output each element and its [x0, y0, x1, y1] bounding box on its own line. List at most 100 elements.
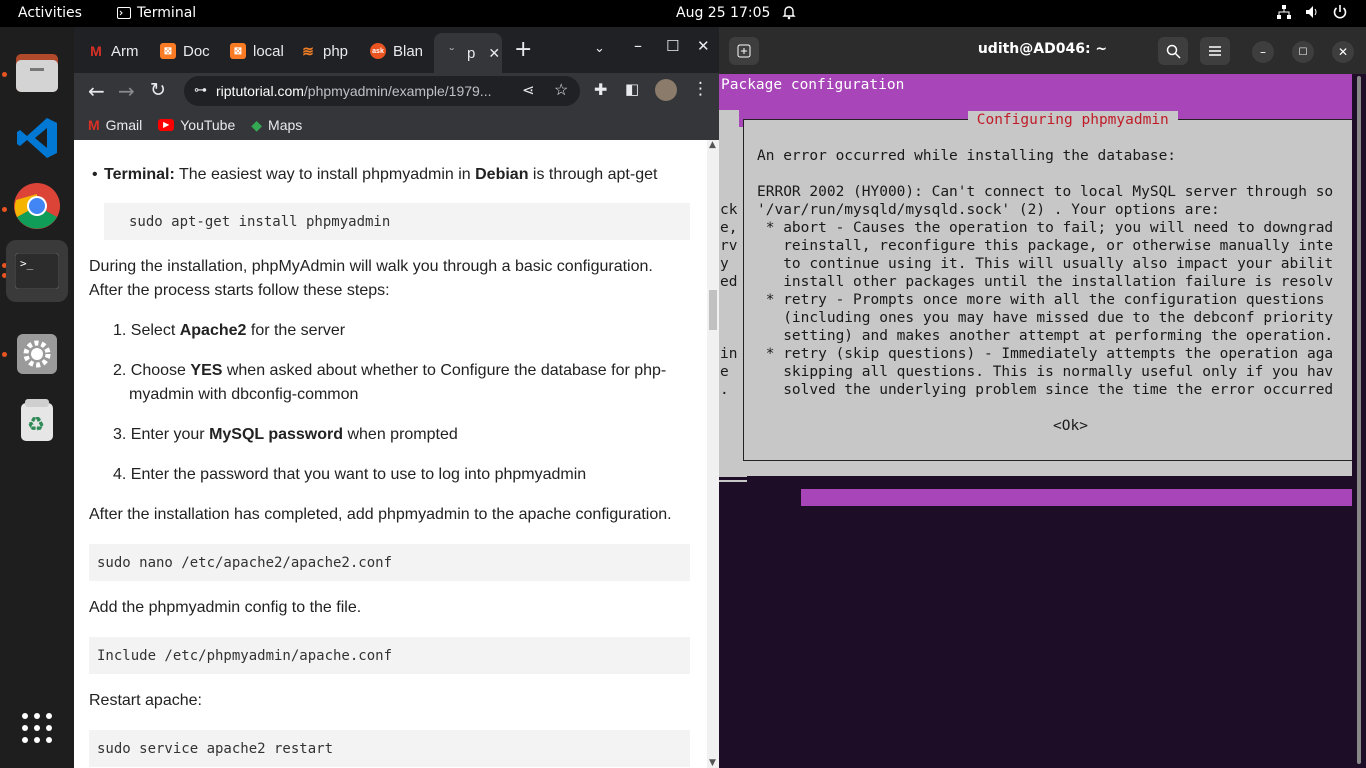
activities-button[interactable]: Activities [18, 5, 82, 21]
text: Enter your [130, 426, 210, 443]
text: myadmin with dbconfig-common [129, 386, 359, 403]
app-grid-icon [22, 713, 52, 743]
notification-bell-icon[interactable] [781, 4, 797, 24]
search-button[interactable] [1158, 37, 1188, 65]
maximize-button[interactable]: ☐ [1292, 41, 1314, 63]
dialog-line: '/var/run/mysqld/mysqld.sock' (2) . Your… [757, 202, 1220, 218]
close-button[interactable]: ✕ [1332, 41, 1354, 63]
background-fragment: ed [720, 274, 738, 290]
files-icon [16, 54, 58, 92]
text-bold: YES [190, 362, 223, 379]
dock-vscode[interactable] [6, 107, 68, 169]
profile-avatar[interactable] [655, 79, 677, 101]
close-window-icon[interactable]: ✕ [697, 37, 710, 55]
side-panel-icon[interactable]: ◧ [625, 80, 639, 98]
tab-blan[interactable]: ask Blan [370, 36, 432, 66]
dialog-line: reinstall, reconfigure this package, or … [757, 238, 1334, 254]
code-block: sudo nano /etc/apache2/apache2.conf [89, 544, 690, 581]
scroll-up-icon[interactable]: ▲ [709, 140, 716, 150]
text-bold: Apache2 [179, 322, 247, 339]
search-icon [1166, 44, 1181, 59]
minimize-button[interactable]: – [1252, 41, 1274, 63]
dialog-line: * retry - Prompts once more with all the… [757, 292, 1325, 308]
dock-files[interactable] [6, 41, 68, 103]
svg-text:>_: >_ [20, 257, 34, 270]
forward-arrow-icon[interactable]: → [118, 79, 135, 103]
dock-terminal[interactable]: >_ [6, 240, 68, 302]
extensions-icon[interactable]: ✚ [594, 80, 607, 99]
background-fragment: rv [720, 238, 738, 254]
share-icon[interactable]: ⋖ [522, 81, 535, 99]
tab-php[interactable]: ≋ php [300, 36, 356, 66]
site-info-icon[interactable]: ⊶ [194, 82, 207, 98]
navigation-bar: ← → ↻ ⊶ riptutorial.com/phpmyadmin/examp… [74, 73, 719, 110]
loading-icon: ˘ [450, 46, 454, 60]
page-content: • Terminal: The easiest way to install p… [74, 140, 707, 768]
scrollbar-thumb[interactable] [709, 290, 717, 330]
terminal-label: Terminal: [104, 166, 175, 183]
terminal-body[interactable]: Package configuration Configuring phpmya… [719, 74, 1352, 768]
tab-label: local [253, 42, 284, 60]
tab-search-chevron-icon[interactable]: ⌄ [594, 41, 605, 56]
step-number: 4. [113, 466, 127, 483]
url-path: /phpmyadmin/example/1979... [303, 83, 492, 99]
dialog-line: ERROR 2002 (HY000): Can't connect to loc… [757, 184, 1334, 200]
new-tab-button[interactable]: + [514, 37, 532, 62]
tab-p-active[interactable]: ˘ p ✕ [434, 33, 502, 73]
tab-doc[interactable]: ⊠ Doc [160, 36, 218, 66]
step-number: 1. [113, 322, 127, 339]
text: After the process starts follow these st… [89, 282, 390, 299]
bookmark-gmail[interactable]: M Gmail [88, 117, 142, 133]
step-number: 2. [113, 362, 127, 379]
minimize-icon[interactable]: – [634, 36, 642, 55]
address-bar[interactable]: ⊶ riptutorial.com/phpmyadmin/example/197… [184, 76, 580, 106]
bookmark-youtube[interactable]: ▶ YouTube [158, 117, 235, 133]
bookmark-maps[interactable]: ◆ Maps [251, 117, 302, 134]
text: During the installation, phpMyAdmin will… [89, 258, 653, 275]
dialog-line: An error occurred while installing the d… [757, 148, 1177, 164]
terminal-header: udith@AD046: ~ – ☐ ✕ [719, 27, 1366, 74]
chrome-icon [14, 183, 60, 229]
terminal-scrollbar[interactable] [1352, 74, 1366, 768]
reload-icon[interactable]: ↻ [150, 79, 166, 101]
tab-arm[interactable]: M Arm [88, 36, 152, 66]
dialog-line: install other packages until the install… [757, 274, 1334, 290]
volume-icon [1306, 6, 1317, 18]
list-item: 3. Enter your MySQL password when prompt… [113, 423, 458, 447]
vscode-icon [17, 118, 57, 158]
paragraph: Restart apache: [89, 692, 202, 709]
hamburger-menu-button[interactable] [1200, 37, 1230, 65]
xampp-icon: ⊠ [160, 43, 176, 59]
text: when prompted [343, 426, 458, 443]
dock-settings[interactable] [6, 323, 68, 385]
dialog-line: to continue using it. This will usually … [757, 256, 1334, 272]
maximize-icon[interactable]: ☐ [666, 37, 679, 55]
page-scrollbar[interactable]: ▲ ▼ [707, 140, 719, 768]
close-icon: ✕ [1337, 45, 1349, 59]
back-arrow-icon[interactable]: ← [88, 79, 105, 103]
close-tab-icon[interactable]: ✕ [488, 45, 500, 62]
progress-bar [801, 489, 1352, 506]
scrollbar-thumb[interactable] [1357, 76, 1361, 764]
bookmark-label: Gmail [105, 117, 143, 133]
frame-edge [719, 476, 747, 482]
dock: >_ ♻ [0, 27, 74, 768]
bookmark-star-icon[interactable]: ☆ [554, 80, 568, 100]
tab-local[interactable]: ⊠ local [230, 36, 288, 66]
maximize-icon: ☐ [1298, 46, 1308, 58]
menu-kebab-icon[interactable]: ⋮ [692, 79, 709, 99]
text: Enter the password that you want to use … [130, 466, 587, 483]
ok-button[interactable]: <Ok> [1053, 417, 1088, 435]
show-apps-button[interactable] [6, 697, 68, 759]
app-menu[interactable]: Terminal [117, 5, 196, 21]
maps-icon: ◆ [251, 116, 263, 133]
scroll-down-icon[interactable]: ▼ [709, 758, 716, 768]
dock-chrome[interactable] [6, 175, 68, 237]
clock[interactable]: Aug 25 17:05 [676, 5, 770, 21]
background-fragment: e, [720, 220, 738, 236]
tab-label: Blan [393, 42, 424, 60]
dock-trash[interactable]: ♻ [6, 389, 68, 451]
system-tray[interactable] [1276, 4, 1348, 20]
code-text: sudo apt-get install phpmyadmin [129, 213, 391, 230]
bookmark-label: YouTube [180, 117, 236, 133]
